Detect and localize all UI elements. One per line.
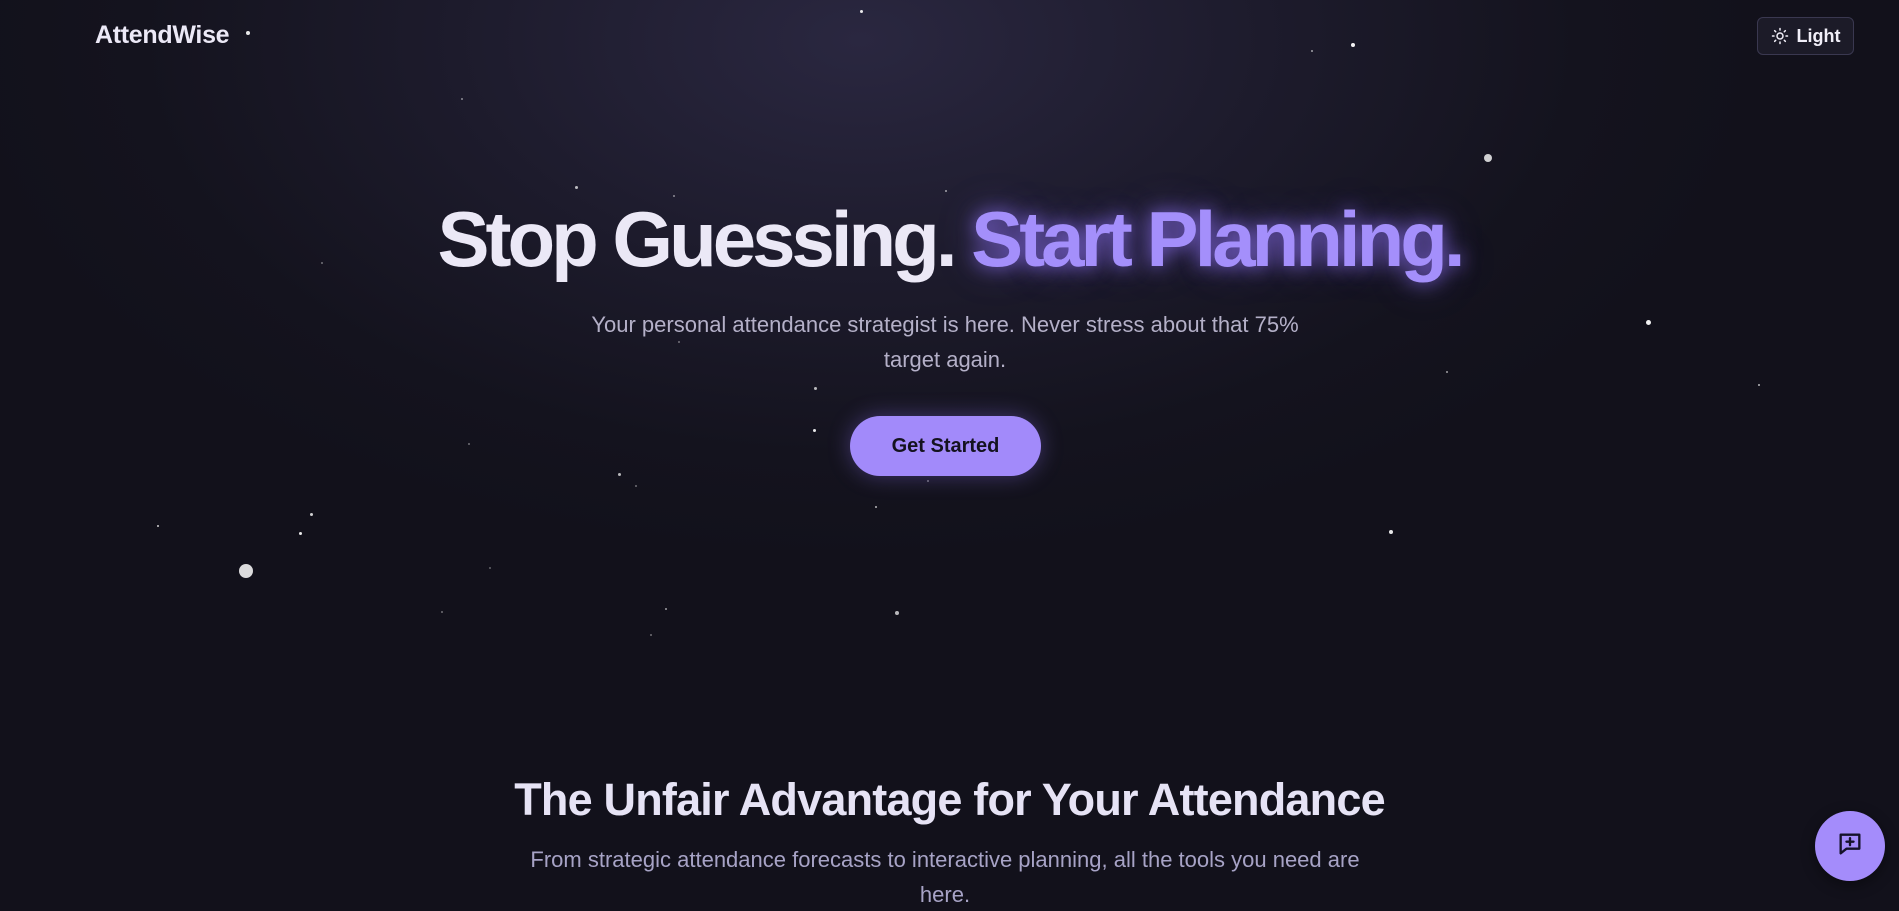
chat-button[interactable] bbox=[1815, 811, 1885, 881]
theme-toggle-button[interactable]: Light bbox=[1757, 17, 1854, 55]
features-subtitle: From strategic attendance forecasts to i… bbox=[530, 847, 1360, 907]
chat-plus-icon bbox=[1836, 830, 1864, 863]
hero-subtitle: Your personal attendance strategist is h… bbox=[591, 312, 1299, 372]
hero-title: Stop Guessing. Start Planning. bbox=[0, 192, 1899, 287]
hero-title-part1: Stop Guessing. bbox=[437, 195, 957, 283]
landing-page: AttendWise Light Stop Guessing. Start Pl… bbox=[0, 0, 1899, 911]
get-started-button[interactable]: Get Started bbox=[850, 416, 1041, 476]
theme-toggle-label: Light bbox=[1796, 25, 1841, 46]
brand-logo[interactable]: AttendWise bbox=[95, 21, 230, 50]
features-title: The Unfair Advantage for Your Attendance bbox=[514, 774, 1385, 825]
sun-icon bbox=[1771, 27, 1789, 45]
hero-title-part2: Start Planning. bbox=[971, 195, 1465, 283]
